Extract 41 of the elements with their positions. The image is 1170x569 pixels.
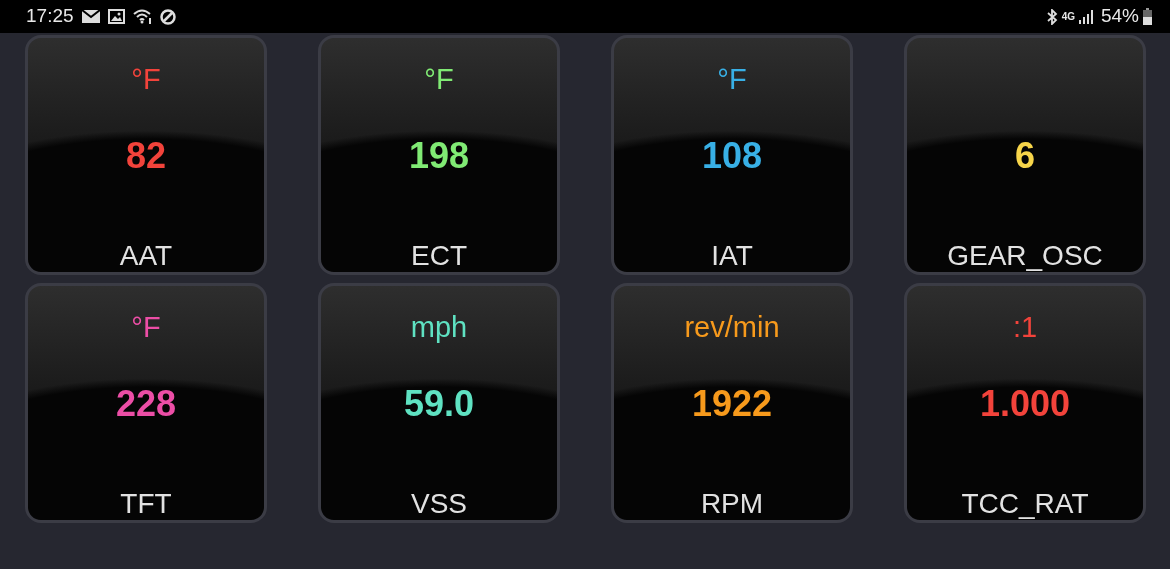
block-icon bbox=[159, 8, 176, 25]
gauge-unit: °F bbox=[131, 62, 161, 97]
gauge-value: 198 bbox=[408, 136, 470, 176]
gauge-label: ECT bbox=[411, 241, 467, 271]
gauge-unit: °F bbox=[717, 62, 747, 97]
gauge-label: GEAR_OSC bbox=[947, 241, 1103, 271]
gauge-tile[interactable]: °F 228 TFT bbox=[25, 283, 267, 523]
mail-icon bbox=[81, 10, 100, 23]
gauge-label: TFT bbox=[120, 489, 172, 519]
gauge-unit: °F bbox=[131, 310, 161, 345]
gauge-value: 82 bbox=[125, 136, 166, 176]
gauge-label: RPM bbox=[700, 489, 764, 519]
status-time: 17:25 bbox=[26, 4, 74, 29]
gauge-label: VSS bbox=[411, 489, 467, 519]
gauge-label: IAT bbox=[711, 241, 753, 271]
gauge-unit: °F bbox=[424, 62, 454, 97]
battery-icon bbox=[1143, 8, 1152, 25]
gauge-unit: rev/min bbox=[684, 310, 780, 345]
gauge-value: 59.0 bbox=[403, 384, 475, 424]
gauge-value: 6 bbox=[1015, 136, 1035, 176]
bluetooth-icon bbox=[1045, 8, 1058, 25]
image-icon bbox=[107, 9, 125, 24]
gauge-label: AAT bbox=[119, 241, 173, 271]
gauge-unit: :1 bbox=[1012, 310, 1038, 345]
gauge-tile[interactable]: °F 82 AAT bbox=[25, 35, 267, 275]
battery-percent: 54% bbox=[1100, 4, 1139, 29]
gauge-tile[interactable]: mph 59.0 VSS bbox=[318, 283, 560, 523]
gauge-tile[interactable]: :1 1.000 TCC_RAT bbox=[904, 283, 1146, 523]
network-type: 4G bbox=[1061, 11, 1075, 22]
gauge-value: 108 bbox=[701, 136, 763, 176]
gauge-value: 1922 bbox=[691, 384, 773, 424]
gauge-label: TCC_RAT bbox=[961, 489, 1089, 519]
wifi-icon bbox=[132, 9, 152, 24]
gauge-tile[interactable]: °F 198 ECT bbox=[318, 35, 560, 275]
signal-icon bbox=[1078, 9, 1093, 24]
gauge-unit: mph bbox=[410, 310, 468, 345]
gauge-value: 228 bbox=[115, 384, 177, 424]
gauge-tile[interactable]: 6 GEAR_OSC bbox=[904, 35, 1146, 275]
gauge-value: 1.000 bbox=[979, 384, 1071, 424]
gauge-tile[interactable]: °F 108 IAT bbox=[611, 35, 853, 275]
gauge-tile[interactable]: rev/min 1922 RPM bbox=[611, 283, 853, 523]
